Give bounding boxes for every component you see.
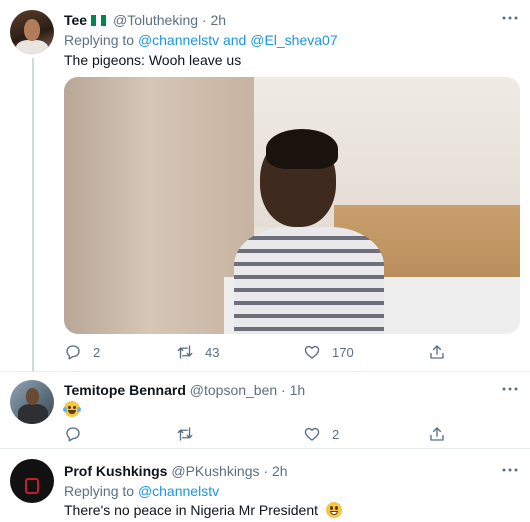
replying-to: Replying to @channelstv and @El_sheva07	[64, 32, 338, 48]
more-icon[interactable]	[502, 383, 518, 397]
tweet-text: The pigeons: Wooh leave us	[64, 52, 242, 68]
like-button[interactable]: 170	[303, 342, 354, 362]
grinning-face-icon	[325, 502, 342, 518]
thread-line	[32, 58, 34, 371]
tweet-header: Prof Kushkings @PKushkings · 2h	[64, 463, 288, 479]
mention-link[interactable]: @channelstv	[138, 32, 219, 48]
tweet-text: There's no peace in Nigeria Mr President	[64, 502, 342, 518]
tweet[interactable]: Temitope Bennard @topson_ben · 1h 2	[0, 371, 530, 448]
tweet-header: Temitope Bennard @topson_ben · 1h	[64, 382, 305, 398]
tweet-header: Tee @Tolutheking · 2h	[64, 12, 226, 28]
separator-dot: ·	[281, 382, 286, 398]
display-name[interactable]: Prof Kushkings	[64, 463, 167, 479]
username[interactable]: @Tolutheking	[113, 12, 198, 28]
like-count: 2	[332, 426, 340, 442]
retweet-button[interactable]	[176, 424, 194, 444]
share-icon	[430, 345, 444, 359]
retweet-icon	[177, 345, 193, 359]
replying-to: Replying to @channelstv	[64, 483, 220, 499]
more-icon[interactable]	[502, 12, 518, 26]
face-with-tears-of-joy-icon	[63, 401, 81, 417]
avatar[interactable]	[10, 10, 54, 54]
avatar[interactable]	[10, 380, 54, 424]
share-button[interactable]	[428, 342, 446, 362]
reply-button[interactable]	[64, 424, 82, 444]
share-icon	[430, 427, 444, 441]
retweet-count: 43	[205, 344, 220, 360]
tweet-media-gif[interactable]	[64, 77, 520, 334]
reply-icon	[66, 345, 80, 360]
like-button[interactable]: 2	[303, 424, 339, 444]
like-count: 170	[332, 344, 354, 360]
timestamp[interactable]: 2h	[210, 12, 226, 28]
like-icon	[304, 345, 320, 359]
display-name[interactable]: Tee	[64, 12, 87, 28]
timestamp[interactable]: 1h	[290, 382, 306, 398]
mention-link[interactable]: @channelstv	[138, 483, 219, 499]
reply-count: 2	[93, 344, 101, 360]
tweet-text	[63, 401, 81, 417]
tweet-actions: 2	[64, 424, 464, 444]
username[interactable]: @topson_ben	[190, 382, 277, 398]
reply-button[interactable]: 2	[64, 342, 100, 362]
separator-dot: ·	[263, 463, 269, 479]
avatar[interactable]	[10, 459, 54, 503]
nigeria-flag-icon	[91, 15, 107, 26]
retweet-button[interactable]: 43	[176, 342, 219, 362]
more-icon[interactable]	[502, 464, 518, 478]
timestamp[interactable]: 2h	[272, 463, 288, 479]
reply-icon	[66, 427, 80, 442]
like-icon	[304, 427, 320, 441]
tweet-actions: 2 43 170	[64, 342, 464, 362]
separator-dot: ·	[201, 12, 207, 28]
tweet[interactable]: Prof Kushkings @PKushkings · 2h Replying…	[0, 448, 530, 522]
share-button[interactable]	[428, 424, 446, 444]
retweet-icon	[177, 427, 193, 441]
mention-link[interactable]: @El_sheva07	[250, 32, 337, 48]
username[interactable]: @PKushkings	[171, 463, 259, 479]
display-name[interactable]: Temitope Bennard	[64, 382, 186, 398]
tweet[interactable]: Tee @Tolutheking · 2h Replying to @chann…	[0, 0, 530, 371]
